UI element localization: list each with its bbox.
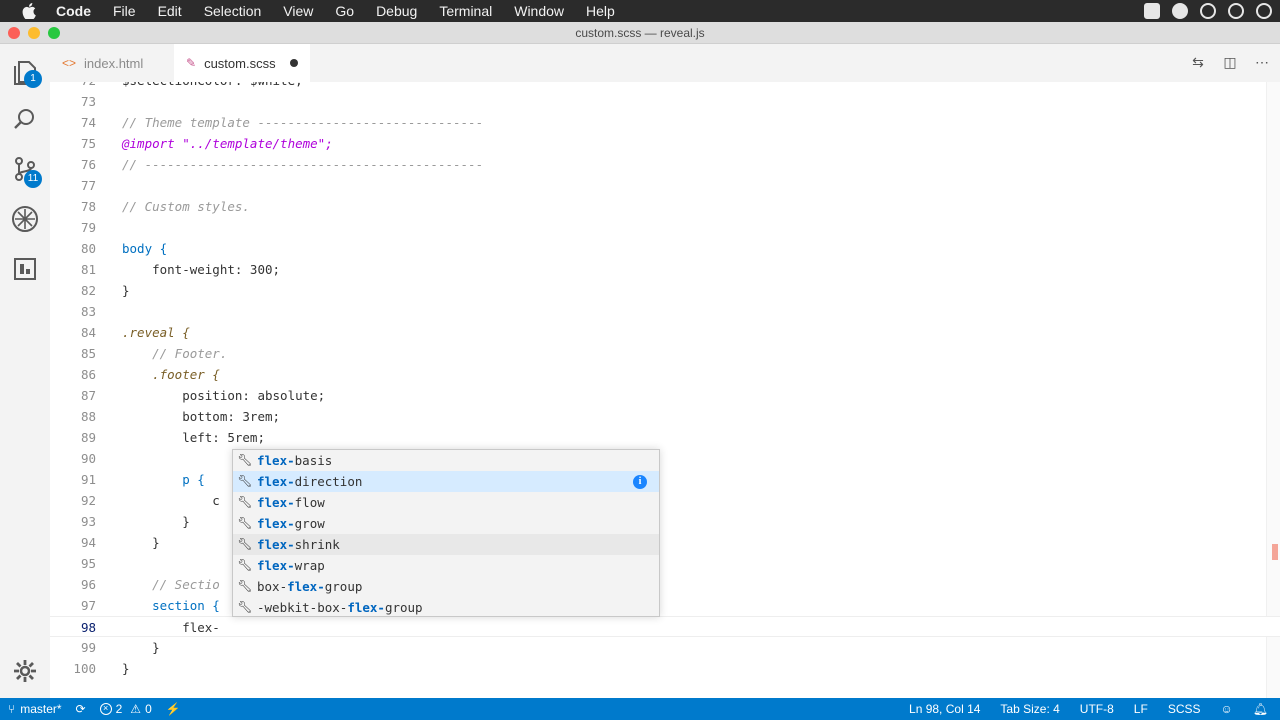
code-line: 80 body { — [80, 241, 168, 256]
status-bar: ⑂ master* ⟳ × 2 ⚠ 0 ⚡ Ln 98, Col 14 Tab … — [0, 698, 1280, 720]
wrench-icon: 🔧︎ — [237, 537, 253, 551]
menu-view[interactable]: View — [283, 0, 313, 22]
scss-file-icon: ✎ — [186, 56, 197, 70]
suggestion-item[interactable]: 🔧︎ flex-wrap — [233, 555, 659, 576]
warning-icon: ⚠ — [130, 702, 142, 716]
code-line: 89 left: 5rem; — [80, 430, 265, 445]
more-actions-icon[interactable]: ⋯ — [1254, 54, 1270, 70]
autocomplete-suggestions: 🔧︎ flex-basis 🔧︎ flex-direction i 🔧︎ fle… — [232, 449, 660, 617]
suggestion-item-focused[interactable]: 🔧︎ flex-direction i — [233, 471, 659, 492]
wrench-icon: 🔧︎ — [237, 579, 253, 593]
menu-terminal[interactable]: Terminal — [439, 0, 492, 22]
menubar-status-icons — [1144, 3, 1272, 19]
cursor-position[interactable]: Ln 98, Col 14 — [909, 698, 980, 720]
menu-selection[interactable]: Selection — [204, 0, 262, 22]
apple-logo-icon[interactable] — [18, 0, 40, 22]
code-line: 73 — [80, 94, 96, 109]
unsaved-dot-icon[interactable] — [289, 59, 298, 67]
code-line: 75 @import "../template/theme"; — [80, 136, 333, 151]
editor-actions: ⇆ ◫ ⋯ — [1190, 54, 1270, 70]
split-editor-icon[interactable]: ◫ — [1222, 54, 1238, 70]
wrench-icon: 🔧︎ — [237, 516, 253, 530]
screen-record-icon[interactable] — [1144, 3, 1160, 19]
code-line: 87 position: absolute; — [80, 388, 326, 403]
tab-custom-scss[interactable]: ✎ custom.scss — [174, 44, 310, 82]
notifications-bell-icon[interactable]: 🔔︎ — [1253, 698, 1268, 720]
explorer-badge: 1 — [24, 70, 42, 88]
source-control-badge: 11 — [24, 170, 42, 188]
settings-gear-icon[interactable] — [10, 656, 40, 686]
wrench-icon: 🔧︎ — [237, 474, 253, 488]
feedback-smiley-icon[interactable]: ☺ — [1221, 698, 1233, 720]
lightning-icon[interactable]: ⚡ — [166, 698, 181, 720]
suggestion-item[interactable]: 🔧︎ flex-basis — [233, 450, 659, 471]
code-line: 85 // Footer. — [80, 346, 228, 361]
tab-label: index.html — [84, 55, 144, 71]
menu-file[interactable]: File — [113, 0, 136, 22]
suggestion-item[interactable]: 🔧︎ flex-flow — [233, 492, 659, 513]
code-line: 72$selectionColor: $white; — [50, 82, 1280, 91]
menu-go[interactable]: Go — [335, 0, 354, 22]
menu-debug[interactable]: Debug — [376, 0, 417, 22]
code-line: 100} — [73, 661, 130, 676]
code-line: 79 — [80, 220, 96, 235]
tab-size[interactable]: Tab Size: 4 — [1000, 698, 1059, 720]
code-line: 83 — [80, 304, 96, 319]
activity-bar: 1 11 — [0, 44, 50, 698]
code-line: 76// -----------------------------------… — [80, 157, 484, 172]
search-icon[interactable] — [10, 104, 40, 134]
wrench-icon: 🔧︎ — [237, 600, 253, 614]
code-line: 86 .footer { — [80, 367, 220, 382]
language-mode[interactable]: SCSS — [1168, 698, 1201, 720]
open-changes-icon[interactable]: ⇆ — [1190, 54, 1206, 70]
code-line: 74// Theme template --------------------… — [80, 115, 484, 130]
tab-index-html[interactable]: <> index.html — [50, 44, 172, 82]
problems-status[interactable]: × 2 ⚠ 0 — [99, 698, 152, 720]
current-code-line: 98 flex- — [50, 616, 1280, 637]
code-line: 77 — [80, 178, 96, 193]
menu-app-name[interactable]: Code — [56, 0, 91, 22]
html-file-icon: <> — [62, 56, 77, 70]
code-line: 78// Custom styles. — [80, 199, 250, 214]
extensions-icon[interactable] — [10, 254, 40, 284]
git-branch-status[interactable]: ⑂ master* — [8, 698, 62, 720]
sync-icon[interactable]: ⟳ — [76, 698, 86, 720]
suggestion-item[interactable]: 🔧︎ flex-grow — [233, 513, 659, 534]
suggestion-item[interactable]: 🔧︎ -webkit-box-flex-group — [233, 597, 659, 618]
menu-edit[interactable]: Edit — [158, 0, 182, 22]
code-line: 99 } — [80, 640, 160, 655]
macos-menubar: Code File Edit Selection View Go Debug T… — [0, 0, 1280, 22]
suggestion-item[interactable]: 🔧︎ box-flex-group — [233, 576, 659, 597]
git-branch-icon: ⑂ — [8, 702, 16, 716]
code-line: 82} — [80, 283, 130, 298]
menu-window[interactable]: Window — [514, 0, 564, 22]
help-circle-icon[interactable] — [1200, 3, 1216, 19]
code-text: $selectionColor: $white; — [122, 82, 303, 91]
end-of-line[interactable]: LF — [1134, 698, 1148, 720]
window-title: custom.scss — reveal.js — [575, 26, 705, 40]
wrench-icon: 🔧︎ — [237, 453, 253, 467]
read-more-info-icon[interactable]: i — [633, 475, 647, 489]
wrench-icon: 🔧︎ — [237, 558, 253, 572]
file-encoding[interactable]: UTF-8 — [1080, 698, 1114, 720]
error-icon: × — [99, 703, 112, 715]
code-line: 81 font-weight: 300; — [80, 262, 281, 277]
debug-icon[interactable] — [10, 204, 40, 234]
code-line: 84 .reveal { — [80, 325, 190, 340]
timer-icon[interactable] — [1256, 3, 1272, 19]
window-titlebar: custom.scss — reveal.js — [0, 22, 1280, 44]
menu-help[interactable]: Help — [586, 0, 615, 22]
clock-icon[interactable] — [1228, 3, 1244, 19]
suggestion-item-hovered[interactable]: 🔧︎ flex-shrink — [233, 534, 659, 555]
code-line: 88 bottom: 3rem; — [80, 409, 281, 424]
wrench-icon: 🔧︎ — [237, 495, 253, 509]
record-icon[interactable] — [1172, 3, 1188, 19]
editor-tab-bar: <> index.html ✎ custom.scss ⇆ ◫ ⋯ — [50, 44, 1280, 82]
tab-label: custom.scss — [204, 55, 276, 71]
